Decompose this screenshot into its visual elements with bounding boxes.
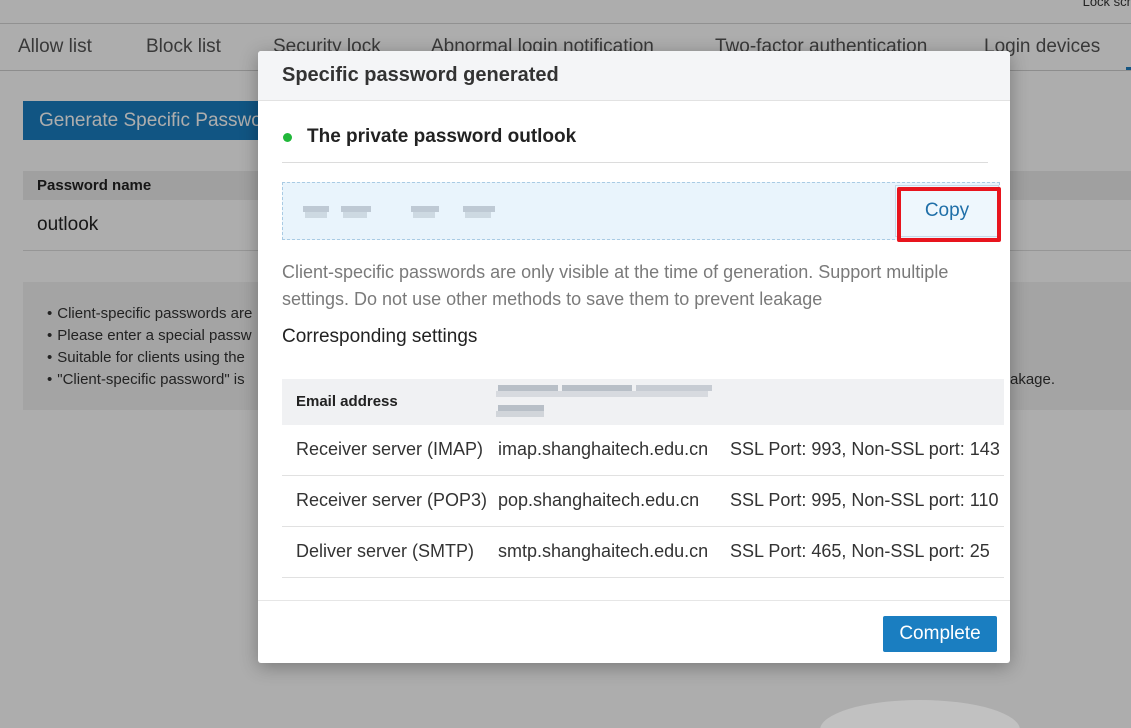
- password-title-row: The private password outlook: [282, 124, 988, 163]
- password-generated-dialog: Specific password generated The private …: [258, 51, 1010, 663]
- email-address-label: Email address: [296, 393, 398, 410]
- password-title: The private password outlook: [307, 126, 577, 147]
- generated-password-box: Copy: [282, 182, 1000, 240]
- blurred-password-value: [303, 203, 503, 221]
- copy-button-highlight: [897, 187, 1001, 242]
- status-dot-icon: [283, 133, 292, 142]
- table-row: Receiver server (POP3) pop.shanghaitech.…: [282, 476, 1004, 527]
- dialog-title: Specific password generated: [282, 64, 559, 86]
- complete-button[interactable]: Complete: [883, 616, 997, 652]
- table-row: Email address: [282, 379, 1004, 425]
- table-row: Deliver server (SMTP) smtp.shanghaitech.…: [282, 527, 1004, 578]
- dialog-header: Specific password generated: [258, 51, 1010, 101]
- dialog-footer: Complete: [258, 600, 1010, 663]
- settings-table: Email address Receiver server (IMAP) ima…: [282, 379, 1004, 578]
- blurred-email-value: [496, 381, 726, 419]
- server-ports: SSL Port: 465, Non-SSL port: 25: [730, 541, 990, 561]
- server-host: pop.shanghaitech.edu.cn: [498, 490, 700, 510]
- table-row: Receiver server (IMAP) imap.shanghaitech…: [282, 425, 1004, 476]
- server-ports: SSL Port: 995, Non-SSL port: 110: [730, 490, 999, 510]
- server-label: Deliver server (SMTP): [296, 541, 475, 561]
- server-label: Receiver server (IMAP): [296, 439, 484, 459]
- server-ports: SSL Port: 993, Non-SSL port: 143: [730, 439, 1000, 459]
- password-description: Client-specific passwords are only visib…: [282, 262, 949, 309]
- settings-section-title: Corresponding settings: [282, 326, 478, 347]
- server-label: Receiver server (POP3): [296, 490, 488, 510]
- server-host: imap.shanghaitech.edu.cn: [498, 439, 709, 459]
- server-host: smtp.shanghaitech.edu.cn: [498, 541, 709, 561]
